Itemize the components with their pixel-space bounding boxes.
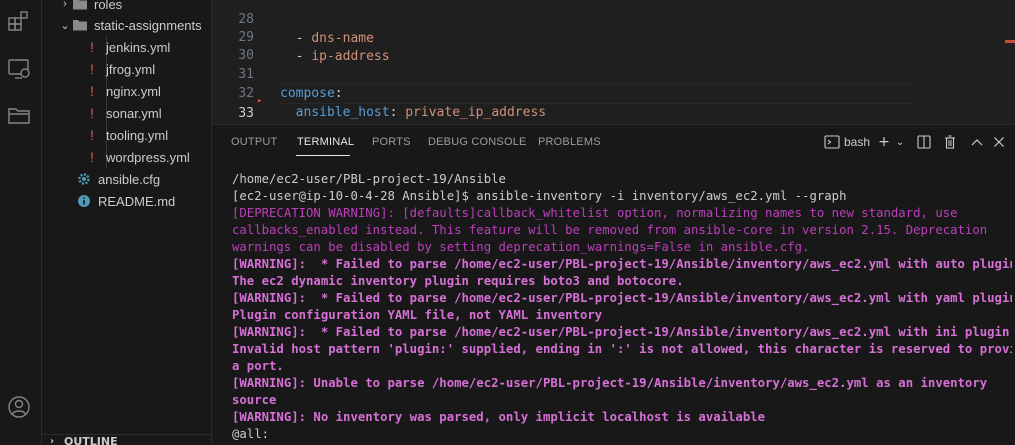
tree-label: README.md (98, 193, 176, 209)
chevron-right-icon: › (50, 436, 55, 445)
terminal-line: /home/ec2-user/PBL-project-19/Ansible (232, 172, 506, 186)
terminal-line: [WARNING]: No inventory was parsed, only… (232, 410, 766, 424)
maximize-panel-icon[interactable] (968, 133, 986, 151)
remote-explorer-icon[interactable] (6, 56, 32, 82)
yaml-file-icon: ! (90, 105, 94, 121)
terminal-line: @all: (232, 427, 270, 441)
tab-problems[interactable]: PROBLEMS (538, 136, 601, 148)
folder-icon[interactable] (6, 102, 32, 128)
activity-bar (0, 0, 42, 445)
terminal-line: Invalid host pattern 'plugin:' supplied,… (232, 342, 1012, 356)
outline-label: OUTLINE (64, 435, 118, 445)
explorer-sidebar: › roles ⌄ static-assignments ! jenkins.y… (42, 0, 212, 445)
code-line: 33 (212, 85, 1015, 121)
terminal-line: warnings can be disabled by setting depr… (232, 240, 810, 254)
tree-folder-roles[interactable]: › roles (42, 0, 211, 15)
tree-file-nginx[interactable]: ! nginx.yml (42, 80, 211, 102)
code-colon: : (389, 105, 406, 120)
info-icon (76, 193, 92, 209)
tab-ports[interactable]: PORTS (372, 136, 411, 148)
trash-icon[interactable] (941, 133, 959, 151)
terminal-line: [WARNING]: Unable to parse /home/ec2-use… (232, 376, 988, 390)
tree-label: jenkins.yml (106, 39, 171, 55)
code-editor[interactable]: ▸ 28 - dns-name 29 - ip-address 30 31 co… (212, 0, 1015, 124)
code-line: 32 ansible_host: private_ip_address (212, 65, 1015, 120)
tab-terminal[interactable]: TERMINAL (297, 136, 354, 148)
code-key: ansible_host (295, 105, 390, 120)
terminal-line: [WARNING]: * Failed to parse /home/ec2-u… (232, 257, 1012, 271)
gear-icon (76, 171, 92, 187)
line-number: 33 (238, 106, 254, 121)
split-terminal-icon[interactable] (915, 133, 933, 151)
tree-label: jfrog.yml (106, 61, 156, 77)
tree-file-tooling[interactable]: ! tooling.yml (42, 124, 211, 146)
terminal-line: [WARNING]: * Failed to parse /home/ec2-u… (232, 325, 1012, 339)
tree-file-jfrog[interactable]: ! jfrog.yml (42, 58, 211, 80)
yaml-file-icon: ! (90, 149, 94, 165)
bottom-panel: OUTPUT TERMINAL PORTS DEBUG CONSOLE PROB… (212, 124, 1015, 445)
terminal-line: [DEPRECATION WARNING]: [defaults]callbac… (232, 206, 958, 220)
extensions-icon[interactable] (6, 8, 32, 34)
tab-debug-console[interactable]: DEBUG CONSOLE (428, 136, 527, 148)
tree-label: roles (94, 0, 123, 12)
tree-file-readme[interactable]: README.md (42, 190, 211, 212)
chevron-down-icon: ⌄ (60, 19, 70, 32)
tree-label: nginx.yml (106, 83, 161, 99)
code-value: private_ip_address (405, 105, 547, 120)
shell-name[interactable]: bash (844, 135, 870, 149)
code-line: 29 - ip-address (212, 9, 1015, 64)
tree-label: tooling.yml (106, 127, 169, 143)
tree-label: sonar.yml (106, 105, 162, 121)
terminal-line: source (232, 393, 277, 407)
tree-label: wordpress.yml (106, 149, 190, 165)
account-icon[interactable] (6, 394, 32, 420)
panel-tabs: OUTPUT TERMINAL PORTS DEBUG CONSOLE PROB… (212, 125, 1015, 161)
chevron-right-icon: › (63, 0, 67, 10)
terminal-line: [ec2-user@ip-10-0-4-28 Ansible]$ ansible… (232, 189, 847, 203)
code-line: 30 (212, 27, 1015, 63)
code-line: 31 compose: (212, 46, 1015, 101)
tree-folder-static-assignments[interactable]: ⌄ static-assignments (42, 14, 211, 36)
terminal-line: Plugin configuration YAML file, not YAML… (232, 308, 603, 322)
yaml-file-icon: ! (90, 127, 94, 143)
folder-open-icon (72, 17, 88, 33)
tree-file-ansible-cfg[interactable]: ansible.cfg (42, 168, 211, 190)
tree-file-sonar[interactable]: ! sonar.yml (42, 102, 211, 124)
close-panel-icon[interactable] (990, 133, 1008, 151)
outline-section-header[interactable]: › OUTLINE (42, 434, 211, 445)
folder-icon (72, 0, 88, 12)
terminal-output[interactable]: /home/ec2-user/PBL-project-19/Ansible [e… (232, 171, 1012, 443)
tree-file-wordpress[interactable]: ! wordpress.yml (42, 146, 211, 168)
yaml-file-icon: ! (90, 39, 94, 55)
tree-label: static-assignments (94, 17, 202, 33)
yaml-file-icon: ! (90, 61, 94, 77)
chevron-down-icon[interactable]: ⌄ (891, 133, 909, 151)
yaml-file-icon: ! (90, 83, 94, 99)
terminal-line: The ec2 dynamic inventory plugin require… (232, 274, 684, 288)
terminal-line: [WARNING]: * Failed to parse /home/ec2-u… (232, 291, 1012, 305)
terminal-line: callbacks_enabled instead. This feature … (232, 223, 988, 237)
active-tab-indicator (296, 155, 350, 156)
terminal-icon[interactable] (823, 133, 841, 151)
tree-label: ansible.cfg (98, 171, 161, 187)
tree-file-jenkins[interactable]: ! jenkins.yml (42, 36, 211, 58)
terminal-line: a port. (232, 359, 284, 373)
tab-output[interactable]: OUTPUT (231, 136, 277, 148)
